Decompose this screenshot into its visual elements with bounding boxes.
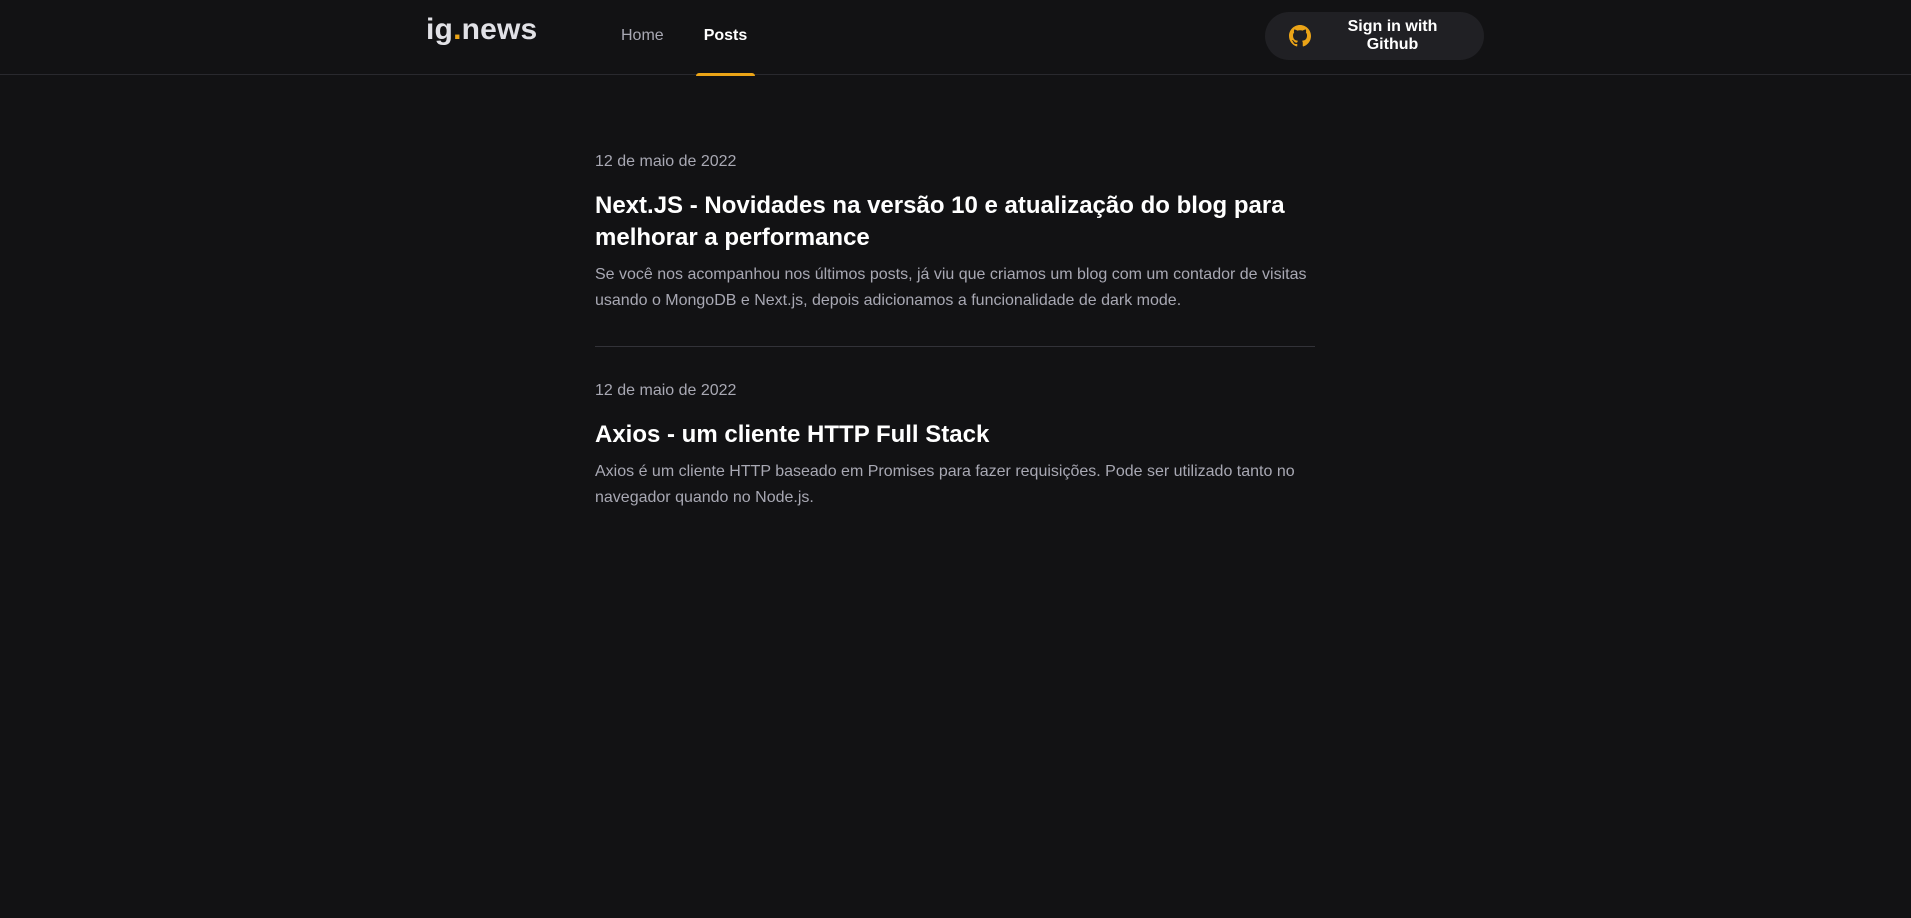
- post-item[interactable]: 12 de maio de 2022 Next.JS - Novidades n…: [595, 150, 1315, 314]
- logo-dot: .: [453, 13, 462, 46]
- site-header: ig.news Home Posts Sign in with Github: [0, 0, 1911, 76]
- posts-list: 12 de maio de 2022 Next.JS - Novidades n…: [595, 150, 1315, 511]
- nav-home-link[interactable]: Home: [613, 0, 672, 75]
- sign-in-label: Sign in with Github: [1347, 18, 1438, 53]
- github-icon: [1289, 25, 1311, 47]
- post-item[interactable]: 12 de maio de 2022 Axios - um cliente HT…: [595, 379, 1315, 511]
- post-excerpt: Se você nos acompanhou nos últimos posts…: [595, 266, 1307, 309]
- post-excerpt: Axios é um cliente HTTP baseado em Promi…: [595, 463, 1295, 506]
- post-date: 12 de maio de 2022: [595, 153, 737, 170]
- site-logo[interactable]: ig.news: [426, 13, 537, 47]
- header-content: ig.news Home Posts Sign in with Github: [426, 0, 1484, 76]
- post-title: Next.JS - Novidades na versão 10 e atual…: [595, 192, 1285, 251]
- post-title: Axios - um cliente HTTP Full Stack: [595, 421, 990, 448]
- post-divider: [595, 346, 1315, 347]
- post-date: 12 de maio de 2022: [595, 382, 737, 399]
- nav-posts-link[interactable]: Posts: [695, 0, 756, 76]
- sign-in-github-button[interactable]: Sign in with Github: [1265, 12, 1484, 60]
- main-nav: Home Posts: [613, 0, 756, 76]
- logo-suffix: news: [461, 13, 538, 46]
- logo-text: ig: [426, 13, 454, 46]
